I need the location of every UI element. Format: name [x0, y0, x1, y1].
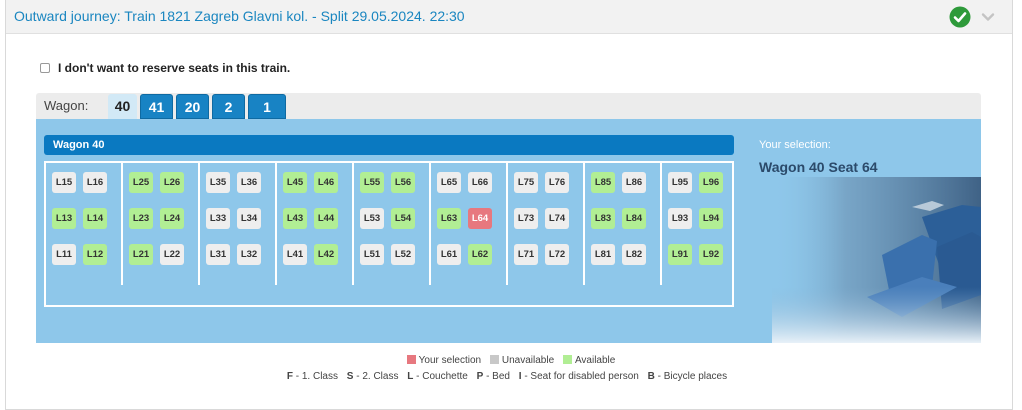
class-text: - Seat for disabled person: [521, 371, 639, 382]
selection-value: Wagon 40 Seat 64: [759, 159, 878, 175]
seat-l84[interactable]: L84: [622, 208, 646, 229]
legend-your-selection: Your selection: [418, 355, 482, 366]
seat-map: L15 L16 L13 L14 L11 L12 L25 L26 L23 L24 L21 L22 L35 L…: [44, 161, 734, 307]
selection-title: Your selection:: [759, 139, 831, 151]
swatch-unavailable: [489, 355, 499, 364]
seat-l15: L15: [52, 172, 76, 193]
compartment: L15 L16 L13 L14 L11 L12: [46, 163, 123, 285]
wagon-title-bar: Wagon 40: [44, 135, 734, 155]
seat-l82: L82: [622, 244, 646, 265]
class-text: - Bicycle places: [654, 371, 728, 382]
tab-wagon-40[interactable]: 40: [108, 94, 137, 119]
seat-l66: L66: [468, 172, 492, 193]
seat-l41: L41: [283, 244, 307, 265]
wagon-panel: Wagon 40 L15 L16 L13 L14 L11 L12 L25 L26 L23 L24 L…: [36, 119, 981, 343]
seat-l85[interactable]: L85: [591, 172, 615, 193]
seat-l31: L31: [206, 244, 230, 265]
seat-l64[interactable]: L64: [468, 208, 492, 229]
seat-l45[interactable]: L45: [283, 172, 307, 193]
swatch-available: [562, 355, 572, 364]
compartment: L75 L76 L73 L74 L71 L72: [508, 163, 585, 285]
seat-l46[interactable]: L46: [314, 172, 338, 193]
outward-journey-panel: Outward journey: Train 1821 Zagreb Glavn…: [5, 0, 1013, 410]
seat-l96[interactable]: L96: [699, 172, 723, 193]
seat-l95: L95: [668, 172, 692, 193]
tab-wagon-20[interactable]: 20: [176, 94, 209, 119]
seat-l61: L61: [437, 244, 461, 265]
class-text: - 1. Class: [292, 371, 338, 382]
chevron-down-icon[interactable]: [980, 9, 996, 25]
seat-l74: L74: [545, 208, 569, 229]
seat-l14[interactable]: L14: [83, 208, 107, 229]
seat-l33: L33: [206, 208, 230, 229]
seat-l22: L22: [160, 244, 184, 265]
legend-available: Available: [574, 355, 616, 366]
train-seat-image: [772, 177, 981, 343]
seat-l23[interactable]: L23: [129, 208, 153, 229]
compartment: L25 L26 L23 L24 L21 L22: [123, 163, 200, 285]
seat-l34: L34: [237, 208, 261, 229]
journey-title[interactable]: Outward journey: Train 1821 Zagreb Glavn…: [14, 8, 465, 24]
class-text: - Bed: [483, 371, 510, 382]
seat-l93: L93: [668, 208, 692, 229]
seat-l75: L75: [514, 172, 538, 193]
tab-wagon-41[interactable]: 41: [140, 94, 173, 119]
legend-colors: Your selection Unavailable Available: [6, 355, 1014, 366]
compartment: L85 L86 L83 L84 L81 L82: [585, 163, 662, 285]
seat-l73: L73: [514, 208, 538, 229]
seat-l92[interactable]: L92: [699, 244, 723, 265]
seat-l76: L76: [545, 172, 569, 193]
seat-l24[interactable]: L24: [160, 208, 184, 229]
seat-l91[interactable]: L91: [668, 244, 692, 265]
seat-l21[interactable]: L21: [129, 244, 153, 265]
legend-unavailable: Unavailable: [501, 355, 555, 366]
seat-l12[interactable]: L12: [83, 244, 107, 265]
seat-l25[interactable]: L25: [129, 172, 153, 193]
seat-l52: L52: [391, 244, 415, 265]
seat-l16: L16: [83, 172, 107, 193]
seat-l63[interactable]: L63: [437, 208, 461, 229]
no-reservation-checkbox[interactable]: [40, 63, 50, 73]
seat-l56[interactable]: L56: [391, 172, 415, 193]
seat-l36: L36: [237, 172, 261, 193]
journey-header[interactable]: Outward journey: Train 1821 Zagreb Glavn…: [6, 0, 1012, 34]
compartment: L95 L96 L93 L94 L91 L92: [662, 163, 732, 285]
seat-l71: L71: [514, 244, 538, 265]
compartment: L55 L56 L53 L54 L51 L52: [354, 163, 431, 285]
compartment: L65 L66 L63 L64 L61 L62: [431, 163, 508, 285]
tab-wagon-1[interactable]: 1: [248, 94, 286, 119]
seat-l11: L11: [52, 244, 76, 265]
seat-l83[interactable]: L83: [591, 208, 615, 229]
class-text: - 2. Class: [353, 371, 399, 382]
legend-classes: F - 1. Class S - 2. Class L - Couchette …: [6, 371, 1014, 382]
seat-l55[interactable]: L55: [360, 172, 384, 193]
compartment: L35 L36 L33 L34 L31 L32: [200, 163, 277, 285]
swatch-your-selection: [406, 355, 416, 364]
seat-l54[interactable]: L54: [391, 208, 415, 229]
wagon-tabs-label: Wagon:: [44, 98, 89, 113]
seat-l62[interactable]: L62: [468, 244, 492, 265]
class-code: B: [647, 371, 655, 382]
no-reservation-option[interactable]: I don't want to reserve seats in this tr…: [40, 61, 290, 75]
seat-l65: L65: [437, 172, 461, 193]
seat-l51: L51: [360, 244, 384, 265]
wagon-tabs: Wagon: 40 41 20 2 1: [36, 93, 981, 119]
seat-l43[interactable]: L43: [283, 208, 307, 229]
class-text: - Couchette: [413, 371, 468, 382]
compartment: L45 L46 L43 L44 L41 L42: [277, 163, 354, 285]
no-reservation-label[interactable]: I don't want to reserve seats in this tr…: [58, 61, 290, 75]
seat-l35: L35: [206, 172, 230, 193]
seat-l44[interactable]: L44: [314, 208, 338, 229]
seat-l72: L72: [545, 244, 569, 265]
seat-l32: L32: [237, 244, 261, 265]
seat-l26[interactable]: L26: [160, 172, 184, 193]
seat-l53: L53: [360, 208, 384, 229]
check-circle-icon: [949, 6, 971, 28]
seat-l42[interactable]: L42: [314, 244, 338, 265]
seat-l81: L81: [591, 244, 615, 265]
seat-l86: L86: [622, 172, 646, 193]
seat-l94[interactable]: L94: [699, 208, 723, 229]
tab-wagon-2[interactable]: 2: [212, 94, 245, 119]
seat-l13[interactable]: L13: [52, 208, 76, 229]
